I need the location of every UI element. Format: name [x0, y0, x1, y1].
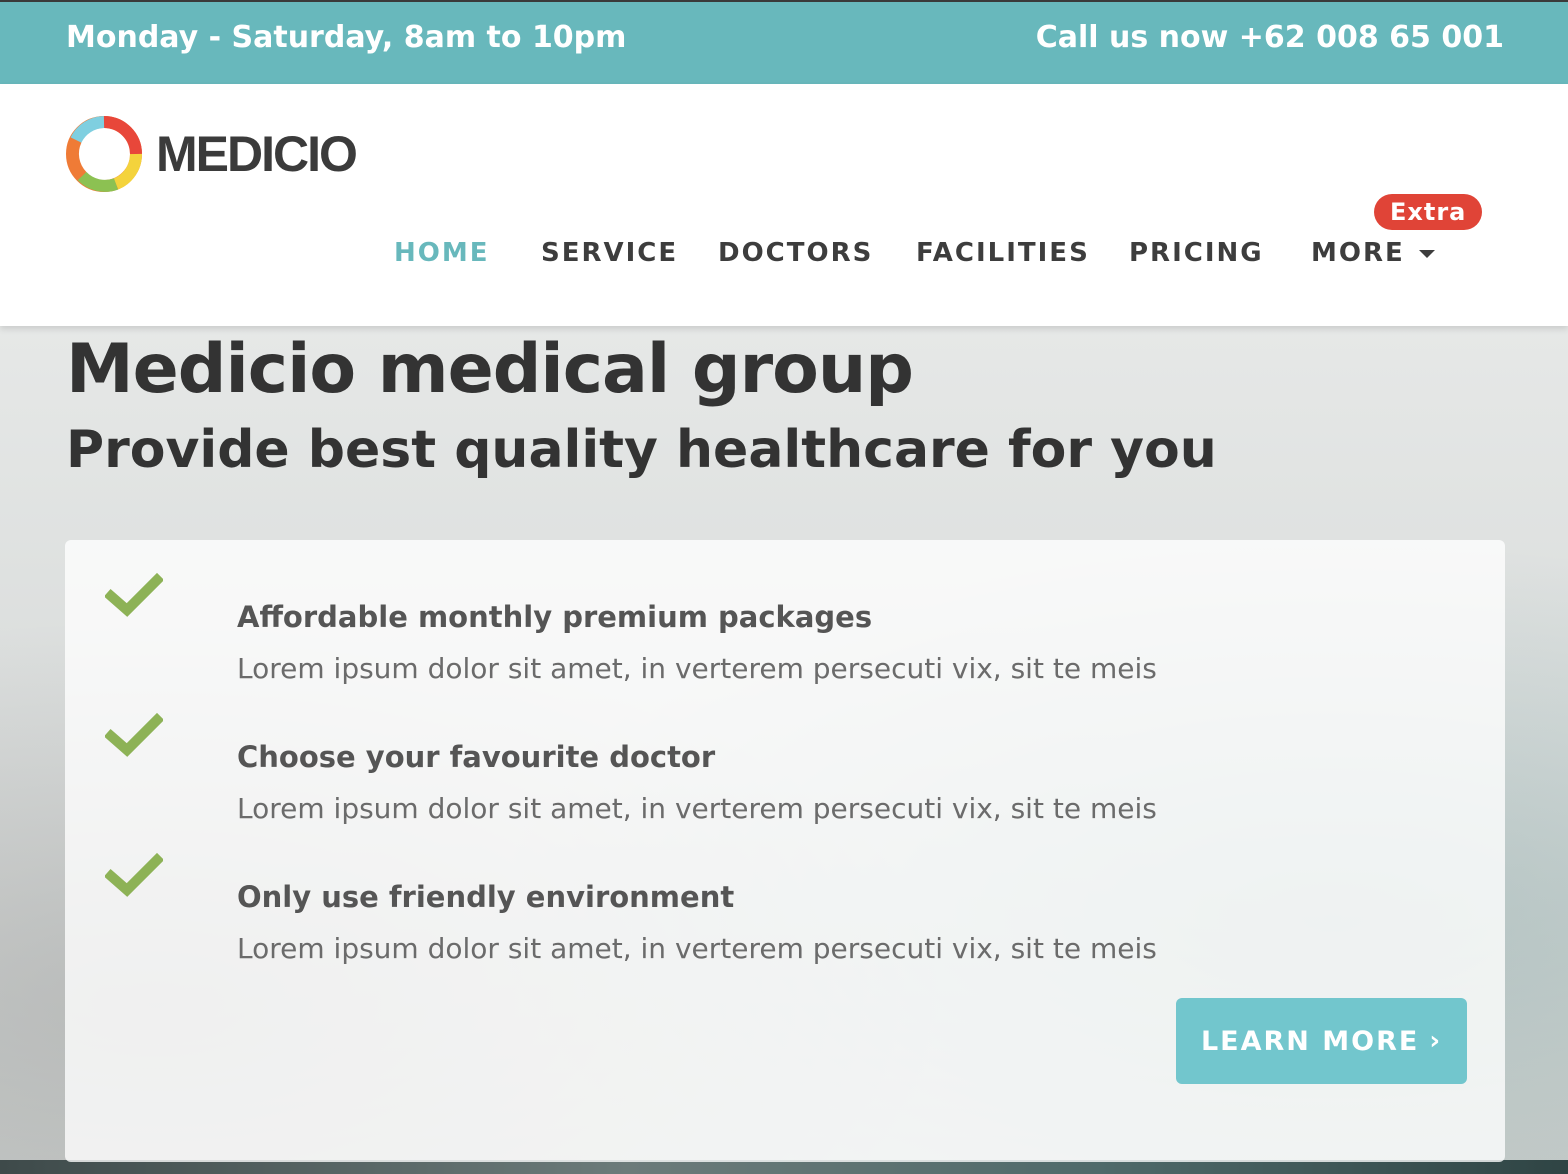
site-logo[interactable]: MEDICIO — [64, 114, 358, 194]
hero-title: Medicio medical group — [66, 330, 914, 409]
hero-subtitle: Provide best quality healthcare for you — [66, 420, 1217, 480]
feature-text: Lorem ipsum dolor sit amet, in verterem … — [237, 792, 1157, 825]
features-card: Affordable monthly premium packages Lore… — [65, 540, 1505, 1162]
nav-facilities[interactable]: FACILITIES — [916, 238, 1090, 268]
hero-bottom-strip — [0, 1160, 1568, 1174]
learn-more-label: LEARN MORE — [1200, 1025, 1420, 1057]
feature-text: Lorem ipsum dolor sit amet, in verterem … — [237, 932, 1157, 965]
nav-doctors[interactable]: DOCTORS — [718, 238, 873, 268]
nav-more-dropdown[interactable]: MORE — [1311, 238, 1435, 268]
main-nav: HOME SERVICE DOCTORS FACILITIES PRICING … — [0, 238, 1568, 278]
checkmark-icon — [105, 852, 163, 897]
brand-name: MEDICIO — [156, 126, 358, 182]
nav-service[interactable]: SERVICE — [541, 238, 678, 268]
contact-phone[interactable]: Call us now +62 008 65 001 — [1036, 20, 1504, 55]
nav-pricing[interactable]: PRICING — [1129, 238, 1264, 268]
feature-title: Affordable monthly premium packages — [237, 600, 873, 634]
nav-home[interactable]: HOME — [394, 238, 490, 268]
site-header: MEDICIO Extra HOME SERVICE DOCTORS FACIL… — [0, 84, 1568, 326]
feature-text: Lorem ipsum dolor sit amet, in verterem … — [237, 652, 1157, 685]
checkmark-icon — [105, 712, 163, 757]
checkmark-icon — [105, 572, 163, 617]
learn-more-button[interactable]: LEARN MORE › — [1176, 998, 1467, 1084]
chevron-right-icon: › — [1429, 1026, 1443, 1056]
opening-hours: Monday - Saturday, 8am to 10pm — [66, 20, 627, 55]
caret-down-icon — [1418, 249, 1435, 258]
feature-title: Choose your favourite doctor — [237, 740, 716, 774]
top-info-bar: Monday - Saturday, 8am to 10pm Call us n… — [0, 0, 1568, 84]
logo-ring-icon — [66, 116, 143, 192]
extra-badge: Extra — [1374, 194, 1483, 230]
feature-title: Only use friendly environment — [237, 880, 735, 914]
nav-more-label: MORE — [1311, 238, 1405, 268]
